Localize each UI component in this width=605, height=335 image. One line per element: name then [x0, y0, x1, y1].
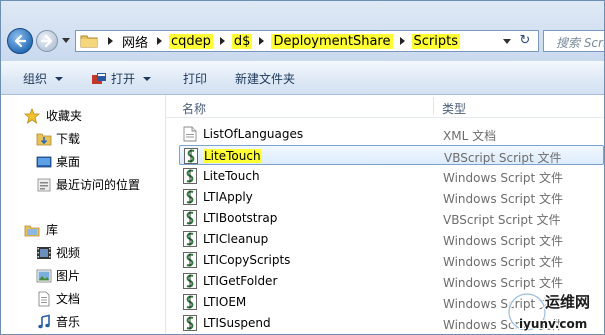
watermark-logo: 运维网 iyunv.com — [507, 292, 591, 332]
library-icon — [24, 225, 40, 236]
search-input[interactable]: 搜索 Scripts — [543, 30, 604, 52]
videos-icon — [37, 246, 51, 259]
print-button[interactable]: 打印 — [183, 70, 207, 87]
vbscript-file-icon — [184, 148, 198, 164]
file-name: LiteTouch — [204, 149, 261, 163]
file-type: Windows Script 文件 — [443, 171, 564, 185]
nav-favorites[interactable]: 收藏夹 — [24, 107, 82, 124]
folder-icon — [80, 35, 98, 48]
file-row[interactable]: ListOfLanguages XML 文档 — [179, 124, 604, 144]
address-history-dropdown[interactable] — [500, 31, 514, 51]
breadcrumb-separator[interactable] — [399, 37, 405, 45]
forward-arrow-icon — [40, 34, 53, 48]
column-header-name[interactable]: 名称 — [182, 100, 206, 117]
file-type: XML 文档 — [443, 129, 497, 143]
file-name: LTIOEM — [203, 295, 247, 309]
desktop-icon — [36, 156, 52, 167]
open-with-icon — [92, 72, 106, 84]
file-row[interactable]: LTICleanup Windows Script 文件 — [179, 229, 604, 249]
column-headers: 名称 类型 — [166, 95, 604, 118]
file-type: VBScript Script 文件 — [444, 151, 562, 165]
file-name: LTIBootstrap — [203, 211, 278, 225]
file-name: LTISuspend — [203, 316, 271, 330]
file-name: LTICleanup — [203, 232, 269, 246]
file-type: Windows Script 文件 — [443, 234, 564, 248]
open-label: 打开 — [111, 72, 136, 86]
nav-documents[interactable]: 文档 — [38, 290, 80, 307]
organize-label: 组织 — [23, 72, 48, 86]
breadcrumb-separator[interactable] — [219, 37, 225, 45]
file-type: Windows Script 文件 — [443, 192, 564, 206]
navigation-bar: 网络 cqdep d$ DeploymentShare Scripts ↻ 搜索… — [1, 1, 604, 61]
file-type: VBScript Script 文件 — [443, 213, 561, 227]
breadcrumb-network[interactable]: 网络 — [120, 32, 150, 51]
wsf-file-icon — [183, 231, 197, 247]
chevron-down-icon — [55, 76, 64, 81]
breadcrumb-host[interactable]: cqdep — [169, 33, 213, 49]
address-bar[interactable]: 网络 cqdep d$ DeploymentShare Scripts ↻ — [75, 30, 539, 52]
downloads-folder-icon — [36, 133, 52, 145]
star-icon — [24, 107, 40, 124]
wsf-file-icon — [183, 189, 197, 205]
recent-places-icon — [37, 178, 51, 191]
vbscript-file-icon — [183, 210, 197, 226]
breadcrumb-deploymentshare[interactable]: DeploymentShare — [271, 33, 393, 49]
nav-libraries[interactable]: 库 — [24, 221, 58, 238]
file-name: LiteTouch — [203, 169, 260, 183]
breadcrumb-separator[interactable] — [259, 37, 265, 45]
column-header-type[interactable]: 类型 — [442, 100, 466, 117]
back-arrow-icon — [14, 34, 27, 48]
breadcrumb-scripts[interactable]: Scripts — [411, 33, 460, 49]
file-row[interactable]: LTIBootstrap VBScript Script 文件 — [179, 208, 604, 228]
wsf-file-icon — [183, 294, 197, 310]
recent-pages-dropdown[interactable] — [62, 38, 70, 43]
breadcrumb-separator[interactable] — [108, 37, 113, 45]
file-name: LTIGetFolder — [203, 274, 278, 288]
music-icon — [38, 314, 50, 328]
navigation-pane: 收藏夹 下载 桌面 最近访问的位置 库 视频 图片 文档 音乐 — [1, 95, 166, 334]
refresh-icon[interactable]: ↻ — [516, 32, 534, 50]
file-name: LTICopyScripts — [203, 253, 291, 267]
nav-downloads[interactable]: 下载 — [36, 130, 80, 147]
new-folder-button[interactable]: 新建文件夹 — [235, 70, 295, 87]
organize-button[interactable]: 组织 — [23, 70, 64, 87]
pictures-icon — [36, 269, 52, 282]
file-name: LTIApply — [203, 190, 253, 204]
open-button[interactable]: 打开 — [91, 70, 152, 87]
file-row[interactable]: LTIApply Windows Script 文件 — [179, 187, 604, 207]
file-type: Windows Script 文件 — [443, 255, 564, 269]
file-name: ListOfLanguages — [203, 127, 304, 141]
column-divider[interactable] — [433, 97, 434, 115]
wsf-file-icon — [183, 273, 197, 289]
print-label: 打印 — [183, 72, 208, 86]
file-row[interactable]: LTICopyScripts Windows Script 文件 — [179, 250, 604, 270]
file-row[interactable]: LiteTouch Windows Script 文件 — [179, 166, 604, 186]
command-toolbar: 组织 打开 打印 新建文件夹 — [1, 61, 604, 95]
breadcrumb-separator[interactable] — [157, 37, 163, 45]
file-row[interactable]: LiteTouch VBScript Script 文件 — [179, 145, 604, 165]
breadcrumb-share[interactable]: d$ — [231, 33, 253, 49]
wsf-file-icon — [183, 168, 197, 184]
nav-desktop[interactable]: 桌面 — [36, 153, 80, 170]
svg-text:iyunv.com: iyunv.com — [519, 317, 587, 331]
new-folder-label: 新建文件夹 — [235, 72, 296, 86]
nav-music[interactable]: 音乐 — [38, 313, 80, 330]
documents-icon — [38, 291, 50, 306]
explorer-window: 网络 cqdep d$ DeploymentShare Scripts ↻ 搜索… — [0, 0, 605, 335]
nav-pictures[interactable]: 图片 — [36, 267, 80, 284]
wsf-file-icon — [183, 252, 197, 268]
xml-file-icon — [183, 126, 197, 142]
svg-text:运维网: 运维网 — [545, 293, 590, 311]
wsf-file-icon — [183, 315, 197, 331]
chevron-down-icon — [143, 76, 152, 81]
forward-button[interactable] — [36, 30, 58, 52]
back-button[interactable] — [7, 28, 33, 54]
nav-recent-places[interactable]: 最近访问的位置 — [37, 176, 140, 193]
nav-videos[interactable]: 视频 — [37, 244, 80, 261]
search-placeholder: 搜索 Scripts — [556, 36, 604, 50]
